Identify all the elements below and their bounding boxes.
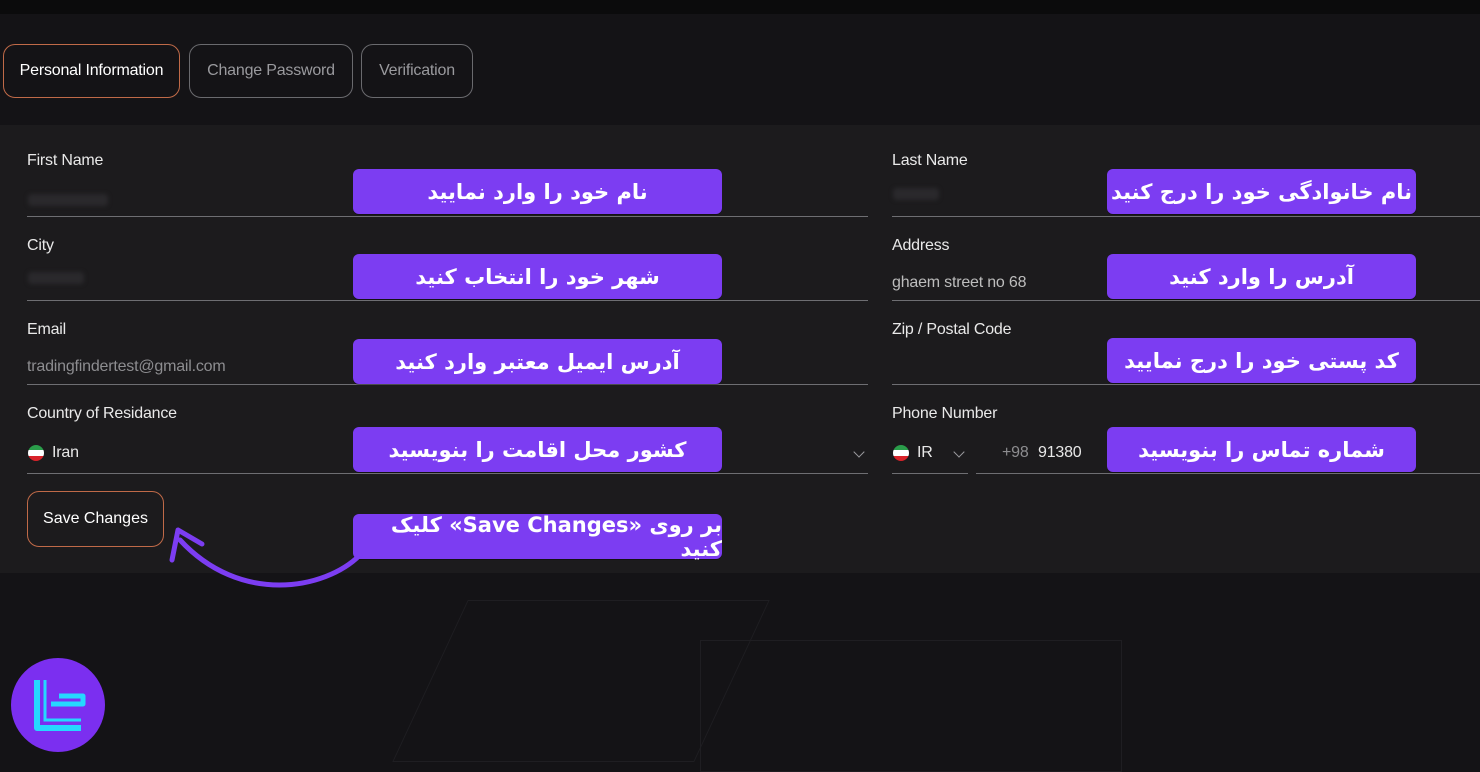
background-shape: [700, 640, 1122, 772]
callout-country: کشور محل اقامت را بنویسید: [353, 427, 722, 472]
city-field[interactable]: [28, 272, 84, 284]
callout-first-name: نام خود را وارد نمایید: [353, 169, 722, 214]
last-name-label: Last Name: [892, 152, 968, 169]
country-select[interactable]: Iran: [52, 444, 79, 462]
iran-flag-icon: [28, 445, 44, 461]
callout-last-name: نام خانوادگی خود را درج کنید: [1107, 169, 1416, 214]
first-name-label: First Name: [27, 152, 104, 169]
city-underline: [27, 300, 868, 301]
callout-address: آدرس را وارد کنید: [1107, 254, 1416, 299]
address-label: Address: [892, 237, 950, 254]
email-underline: [27, 384, 868, 385]
country-underline: [27, 473, 868, 474]
address-underline: [892, 300, 1480, 301]
country-label: Country of Residance: [27, 405, 177, 422]
brand-logo-icon: [11, 658, 105, 752]
first-name-underline: [27, 216, 868, 217]
phone-dial-code: +98: [1002, 444, 1029, 461]
callout-save: بر روی «Save Changes» کلیک کنید: [353, 513, 722, 561]
email-field[interactable]: tradingfindertest@gmail.com: [27, 358, 226, 376]
first-name-field[interactable]: [28, 194, 108, 206]
tab-change-password[interactable]: Change Password: [189, 44, 353, 98]
phone-label: Phone Number: [892, 405, 998, 422]
callout-phone: شماره تماس را بنویسید: [1107, 427, 1416, 472]
callout-email: آدرس ایمیل معتبر وارد کنید: [353, 339, 722, 384]
callout-city: شهر خود را انتخاب کنید: [353, 254, 722, 299]
top-bar: [0, 0, 1480, 14]
last-name-underline: [892, 216, 1480, 217]
zip-label: Zip / Postal Code: [892, 321, 1012, 338]
callout-zip: کد پستی خود را درج نمایید: [1107, 338, 1416, 383]
curved-arrow-icon: [169, 527, 363, 588]
tab-verification[interactable]: Verification: [361, 44, 473, 98]
email-label: Email: [27, 321, 67, 338]
zip-underline: [892, 384, 1480, 385]
phone-number-field[interactable]: 91380: [1038, 444, 1082, 462]
address-field[interactable]: ghaem street no 68: [892, 274, 1026, 292]
iran-flag-icon: [893, 445, 909, 461]
save-changes-button[interactable]: Save Changes: [27, 491, 164, 547]
last-name-field[interactable]: [893, 188, 939, 200]
tab-personal-information[interactable]: Personal Information: [3, 44, 180, 98]
phone-number-underline: [976, 473, 1480, 474]
phone-country-select[interactable]: IR: [917, 444, 933, 462]
phone-country-underline: [892, 473, 968, 474]
city-label: City: [27, 237, 54, 254]
